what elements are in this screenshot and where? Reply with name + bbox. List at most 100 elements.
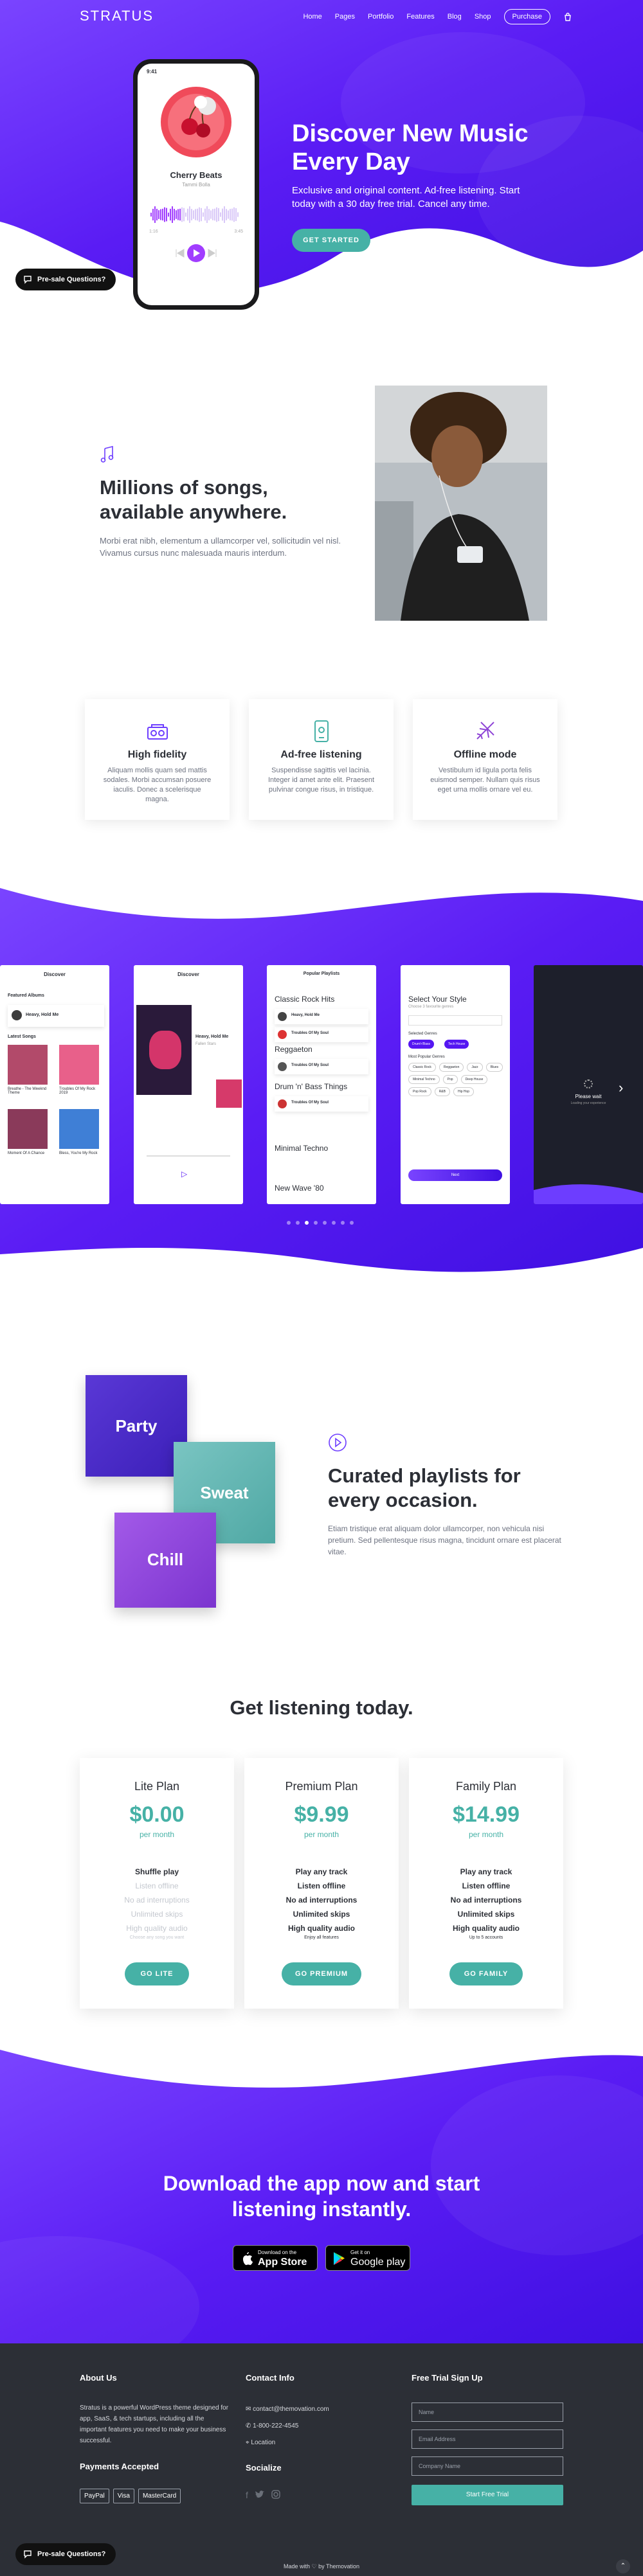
waveform-bar: [231, 208, 233, 221]
waveform-bar: [160, 209, 161, 220]
slider-dot[interactable]: [314, 1221, 318, 1225]
waveform-bar: [185, 212, 186, 217]
slider-dot[interactable]: [350, 1221, 354, 1225]
slider-next-arrow[interactable]: ›: [619, 1079, 623, 1096]
play-circle-icon: [329, 1434, 347, 1452]
slider-dot[interactable]: [287, 1221, 291, 1225]
prev-icon[interactable]: [176, 249, 185, 258]
plan-price: $9.99: [294, 1802, 349, 1827]
instagram-icon[interactable]: [271, 2490, 280, 2499]
nav-item-portfolio[interactable]: Portfolio: [368, 13, 394, 21]
player-controls: [176, 244, 217, 262]
plan-card-premium: Premium Plan $9.99 per month Play any tr…: [244, 1758, 399, 2009]
nav-item-blog[interactable]: Blog: [448, 13, 462, 21]
go-lite-button[interactable]: GO LITE: [125, 1962, 189, 1985]
waveform-bar: [156, 208, 158, 221]
contact-phone[interactable]: ✆ 1-800-222-4545: [246, 2418, 329, 2435]
plan-features: Play any track Listen offline No ad inte…: [285, 1867, 358, 1933]
song-title: Cherry Beats: [170, 170, 222, 180]
presale-questions-button[interactable]: Pre-sale Questions?: [15, 2543, 116, 2565]
waveform[interactable]: [150, 204, 242, 226]
next-icon[interactable]: [208, 249, 217, 258]
waveform-bar: [233, 207, 235, 222]
waveform-bar: [212, 209, 213, 220]
brand-logo[interactable]: STRATUS: [80, 8, 154, 24]
waveform-bar: [230, 209, 231, 220]
playlist-tile-party[interactable]: Party: [86, 1375, 187, 1477]
pricing-title: Get listening today.: [230, 1696, 413, 1719]
waveform-bar: [164, 207, 165, 222]
boombox-icon: [147, 724, 168, 740]
total-time: 3:45: [234, 229, 243, 234]
app-store-button[interactable]: Download on the App Store: [233, 2245, 318, 2271]
nav-item-shop[interactable]: Shop: [475, 13, 491, 21]
waveform-bar: [199, 207, 200, 222]
waveform-bar: [170, 208, 171, 221]
slider-dot[interactable]: [296, 1221, 300, 1225]
waveform-bar: [222, 208, 223, 221]
next-button[interactable]: Next: [408, 1169, 502, 1181]
presale-questions-button[interactable]: Pre-sale Questions?: [15, 269, 116, 290]
chat-icon: [24, 2550, 32, 2559]
woman-listening-photo: [375, 386, 547, 621]
hero-title: Discover New Music Every Day: [292, 120, 529, 175]
download-title: Download the app now and start listening…: [163, 2172, 480, 2221]
waveform-bar: [166, 208, 167, 222]
music-note-icon: [100, 446, 114, 463]
email-input[interactable]: Email Address: [412, 2429, 563, 2449]
back-to-top-icon[interactable]: ⌃: [616, 2559, 630, 2573]
twitter-icon[interactable]: [255, 2490, 265, 2499]
start-free-trial-button[interactable]: Start Free Trial: [412, 2485, 563, 2505]
go-premium-button[interactable]: GO PREMIUM: [282, 1962, 361, 1985]
waveform-bar: [204, 208, 206, 221]
elapsed-time: 1:16: [149, 229, 158, 234]
google-play-icon: [334, 2252, 345, 2265]
spinner-icon: [584, 1079, 593, 1088]
go-family-button[interactable]: GO FAMILY: [449, 1962, 523, 1985]
waveform-bar: [220, 212, 221, 217]
payment-methods: PayPal Visa MasterCard: [80, 2489, 181, 2503]
name-input[interactable]: Name: [412, 2403, 563, 2422]
main-menu: Home Pages Portfolio Features Blog Shop …: [303, 9, 572, 24]
waveform-bar: [228, 210, 229, 219]
waveform-bar: [201, 208, 202, 222]
slider-dot[interactable]: [332, 1221, 336, 1225]
slider-dot[interactable]: [323, 1221, 327, 1225]
get-started-button[interactable]: GET STARTED: [292, 229, 370, 252]
screenshot-player: Discover Heavy, Hold Me Fallen Stars ▷: [134, 965, 243, 1204]
album-art: [161, 87, 231, 157]
waveform-bar: [172, 206, 173, 223]
screenshot-discover: Discover Featured Albums Heavy, Hold Me …: [0, 965, 109, 1204]
waveform-bar: [210, 210, 212, 219]
email-icon: ✉: [246, 2406, 253, 2413]
feature-card-ad-free: Ad-free listening Suspendisse sagittis v…: [249, 699, 394, 820]
nav-item-features[interactable]: Features: [406, 13, 434, 21]
waveform-bar: [187, 208, 188, 221]
waveform-bar: [218, 208, 219, 222]
nav-item-home[interactable]: Home: [303, 13, 322, 21]
waveform-bar: [214, 208, 215, 221]
cart-icon[interactable]: [563, 12, 572, 21]
phone-icon: ✆: [246, 2422, 253, 2429]
slider-dot[interactable]: [341, 1221, 345, 1225]
contact-email[interactable]: ✉ contact@themovation.com: [246, 2401, 329, 2418]
google-play-button[interactable]: Get it on Google play: [325, 2245, 410, 2271]
song-artist: Tammi Bolla: [182, 182, 210, 188]
contact-location[interactable]: ⌖ Location: [246, 2435, 329, 2451]
play-icon[interactable]: [187, 244, 205, 262]
waveform-bar: [193, 210, 194, 219]
paypal-badge: PayPal: [80, 2489, 109, 2503]
playlists-body: Etiam tristique erat aliquam dolor ullam…: [328, 1524, 561, 1556]
feature-card-offline: Offline mode Vestibulum id ligula porta …: [413, 699, 557, 820]
purchase-button[interactable]: Purchase: [503, 9, 550, 24]
nav-item-pages[interactable]: Pages: [335, 13, 355, 21]
waveform-bar: [208, 209, 210, 220]
feature-title: Offline mode: [453, 749, 517, 760]
company-input[interactable]: Company Name: [412, 2456, 563, 2476]
feature-text: Aliquam mollis quam sed mattis sodales. …: [103, 767, 212, 803]
slider-dot[interactable]: [305, 1221, 309, 1225]
feature-text: Vestibulum id ligula porta felis euismod…: [430, 767, 540, 794]
play-icon[interactable]: ▷: [181, 1169, 187, 1178]
playlist-tile-chill[interactable]: Chill: [114, 1513, 216, 1608]
facebook-icon[interactable]: f: [246, 2490, 248, 2500]
